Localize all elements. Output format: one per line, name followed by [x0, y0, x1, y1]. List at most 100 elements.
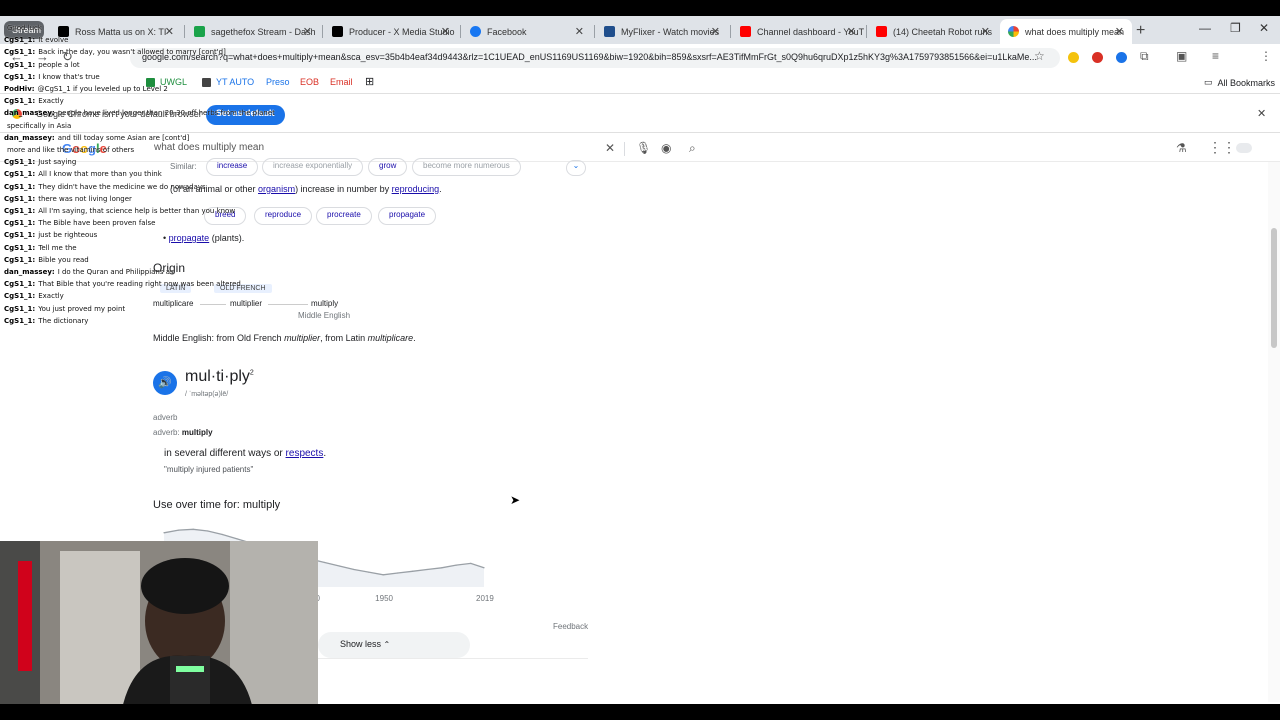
bookmark-yt-auto[interactable]: YT AUTO — [202, 77, 254, 87]
window-close-button[interactable]: ✕ — [1259, 21, 1269, 35]
origin-tag-old-french: OLD FRENCH — [214, 284, 272, 293]
chart-point — [397, 572, 399, 574]
tab-cheetah-video[interactable]: (14) Cheetah Robot runs ✕ — [868, 19, 998, 44]
close-icon[interactable]: ✕ — [575, 25, 584, 38]
back-button[interactable]: ← — [10, 49, 23, 64]
tab-media-studio[interactable]: Producer - X Media Studio ✕ — [324, 19, 458, 44]
headword: mul·ti·ply2 — [185, 368, 254, 385]
bookmark-star-icon[interactable]: ☆ — [1034, 49, 1045, 63]
bookmark-email[interactable]: Email — [330, 77, 353, 87]
chip-label: procreate — [327, 210, 361, 219]
scrollbar-thumb[interactable] — [1271, 228, 1277, 348]
similar-chip[interactable]: increase exponentially — [262, 158, 364, 176]
tab-stream-dashboard[interactable]: sagethefox Stream - Dash ✕ — [186, 19, 320, 44]
chat-text: All I know that more than you think — [38, 170, 162, 179]
reproducing-link[interactable]: reproducing — [392, 184, 440, 194]
reload-button[interactable]: ↻ — [62, 49, 73, 65]
set-as-default-button[interactable]: Set as default — [206, 105, 285, 125]
similar-chip[interactable]: propagate — [378, 207, 437, 225]
chat-username: CgS1_1: — [4, 194, 36, 203]
facebook-icon — [470, 26, 481, 37]
chat-message: CgS1_1: there was not living longer — [4, 193, 334, 205]
search-input[interactable]: what does multiply mean — [150, 139, 710, 159]
chart-point — [338, 565, 340, 567]
similar-chip[interactable]: increase — [206, 158, 259, 176]
organism-link[interactable]: organism — [258, 184, 295, 194]
bookmark-label: Preso — [266, 77, 290, 87]
show-less-button[interactable]: Show less ⌃ — [318, 632, 470, 658]
close-icon[interactable]: ✕ — [1115, 25, 1124, 38]
chat-text: just be righteous — [38, 231, 98, 240]
bookmark-label: Email — [330, 77, 353, 87]
clear-icon[interactable]: ✕ — [605, 141, 615, 155]
similar-chip[interactable]: grow — [368, 158, 408, 176]
apps-icon[interactable]: ⋮⋮ — [1208, 139, 1236, 156]
chart-point — [483, 567, 485, 569]
extensions-puzzle-icon[interactable]: ⧉ — [1140, 49, 1149, 64]
bookmark-uwgl[interactable]: UWGL — [146, 77, 187, 87]
definition2-text: in several different ways or respects. — [164, 448, 327, 459]
speaker-icon[interactable]: 🔊 — [153, 371, 177, 395]
tab-stream[interactable]: Stream — [4, 21, 44, 39]
avatar[interactable] — [1236, 143, 1252, 153]
close-icon[interactable]: ✕ — [847, 25, 856, 38]
similar-chip[interactable]: breed — [204, 207, 247, 225]
chat-username: CgS1_1: — [4, 304, 36, 313]
example-text: "multiply injured patients" — [164, 465, 254, 474]
tab-myflixer[interactable]: MyFlixer - Watch movies ✕ — [596, 19, 728, 44]
x-logo-icon — [332, 26, 343, 37]
chart-point — [353, 568, 355, 571]
forward-button[interactable]: → — [36, 49, 49, 64]
tab-label: MyFlixer - Watch movies — [621, 26, 720, 37]
chart-point — [367, 571, 370, 573]
address-bar[interactable]: google.com/search?q=what+does+multiply+m… — [130, 48, 1060, 68]
labs-icon[interactable]: ⚗ — [1176, 141, 1187, 155]
apps-grid-icon[interactable]: ⊞ — [365, 75, 374, 88]
pokeball-extension-icon[interactable] — [1092, 52, 1103, 63]
menu-icon[interactable]: ⋮ — [1260, 49, 1272, 63]
extension-icon[interactable] — [1068, 52, 1079, 63]
chart-point — [236, 538, 238, 540]
tab-youtube-dashboard[interactable]: Channel dashboard - YouTube ✕ — [732, 19, 864, 44]
propagate-link[interactable]: propagate — [169, 233, 210, 243]
maximize-button[interactable]: ❐ — [1230, 21, 1241, 35]
all-bookmarks[interactable]: ▭ All Bookmarks — [1204, 77, 1275, 88]
close-icon[interactable]: ✕ — [441, 25, 450, 38]
respects-link[interactable]: respects — [286, 448, 324, 459]
tab-x-post[interactable]: Ross Matta us on X: TI ✕ — [50, 19, 182, 44]
feedback-link[interactable]: Feedback — [553, 622, 588, 631]
google-logo[interactable]: Google — [62, 141, 107, 156]
chart-point — [426, 568, 428, 571]
chat-username: CgS1_1: — [4, 182, 36, 191]
sidepanel-icon[interactable]: ▣ — [1176, 49, 1187, 63]
infobar-close-icon[interactable]: ✕ — [1257, 107, 1266, 120]
minimize-button[interactable]: — — [1199, 21, 1211, 35]
chrome-icon — [12, 109, 22, 119]
myflixer-icon — [604, 26, 615, 37]
close-icon[interactable]: ✕ — [711, 25, 720, 38]
similar-chip[interactable]: procreate — [316, 207, 372, 225]
close-icon[interactable]: ✕ — [303, 25, 312, 38]
origin-sentence: Middle English: from Old French multipli… — [153, 333, 416, 343]
webcam-picture — [0, 541, 318, 720]
mic-icon[interactable]: 🎙 — [636, 141, 651, 155]
close-icon[interactable]: ✕ — [165, 25, 174, 38]
extension-icon[interactable] — [1116, 52, 1127, 63]
close-icon[interactable]: ✕ — [981, 25, 990, 38]
new-tab-button[interactable]: + — [1136, 22, 1145, 40]
tab-facebook[interactable]: Facebook ✕ — [462, 19, 592, 44]
tab-google-search[interactable]: what does multiply mean ✕ — [1000, 19, 1132, 44]
usage-heading: Use over time for: multiply — [153, 499, 281, 511]
similar-chip[interactable]: reproduce — [254, 207, 313, 225]
media-icon[interactable]: ≡ — [1212, 49, 1219, 63]
origin-tag-latin: LATIN — [160, 284, 192, 293]
bottom-black-strip — [0, 704, 1280, 720]
similar-chip[interactable]: become more numerous — [412, 158, 521, 176]
expand-chevron-icon[interactable]: ⌄ — [566, 160, 586, 176]
chat-username: CgS1_1: — [4, 280, 36, 289]
bookmark-preso[interactable]: Preso — [266, 77, 290, 87]
search-icon[interactable]: ⌕ — [689, 141, 696, 156]
lens-icon[interactable]: ◉ — [661, 141, 671, 155]
bookmark-eob[interactable]: EOB — [300, 77, 319, 87]
x-logo-icon — [58, 26, 69, 37]
